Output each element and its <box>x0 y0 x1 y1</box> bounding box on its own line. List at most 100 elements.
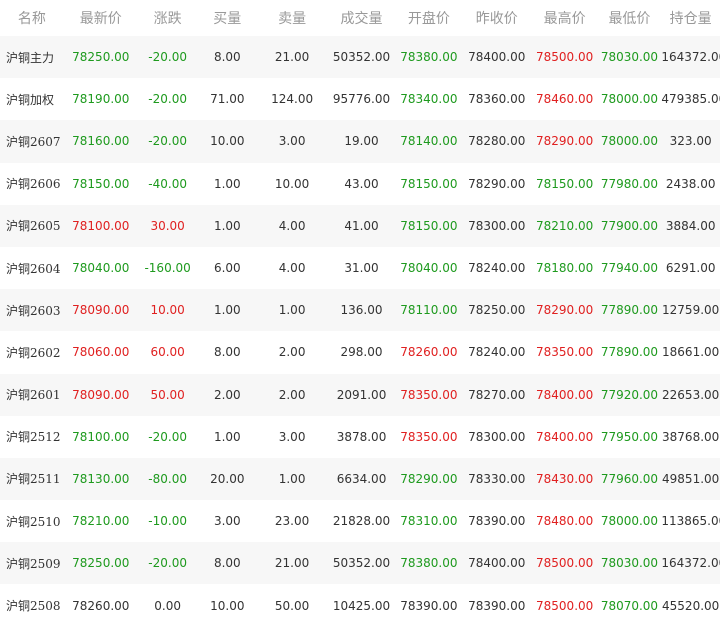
cell-low: 77950.00 <box>597 415 662 458</box>
cell-open: 78350.00 <box>395 415 462 458</box>
cell-prev-close: 78390.00 <box>461 500 532 543</box>
cell-high: 78500.00 <box>531 542 598 585</box>
cell-name: 沪铜2601 <box>0 373 64 416</box>
cell-bid-volume: 3.00 <box>197 500 258 543</box>
col-header-name[interactable]: 名称 <box>0 0 64 36</box>
cell-open: 78380.00 <box>395 542 462 585</box>
cell-open-interest: 2438.00 <box>661 162 720 205</box>
table-row[interactable]: 沪铜2508 78260.00 0.00 10.00 50.00 10425.00 7839… <box>0 584 720 627</box>
cell-ask-volume: 3.00 <box>257 415 328 458</box>
cell-last-price: 78210.00 <box>63 500 138 543</box>
cell-last-price: 78150.00 <box>63 162 138 205</box>
table-row[interactable]: 沪铜2602 78060.00 60.00 8.00 2.00 298.00 78260.0… <box>0 331 720 374</box>
cell-change: -20.00 <box>137 542 198 585</box>
cell-ask-volume: 4.00 <box>257 204 328 247</box>
col-header-last-price[interactable]: 最新价 <box>64 0 138 36</box>
cell-prev-close: 78400.00 <box>461 36 532 79</box>
col-header-change[interactable]: 涨跌 <box>138 0 198 36</box>
cell-last-price: 78040.00 <box>63 246 138 290</box>
cell-high: 78400.00 <box>531 373 598 416</box>
cell-open-interest: 45520.00 <box>661 584 720 627</box>
cell-change: 10.00 <box>137 289 198 332</box>
cell-high: 78150.00 <box>531 162 598 205</box>
cell-low: 77890.00 <box>597 331 662 374</box>
cell-last-price: 78160.00 <box>63 120 138 163</box>
col-header-bid-volume[interactable]: 买量 <box>197 0 257 36</box>
col-header-prev-close[interactable]: 昨收价 <box>462 0 532 36</box>
cell-volume: 95776.00 <box>327 78 396 121</box>
cell-low: 77900.00 <box>597 204 662 247</box>
cell-change: -80.00 <box>137 457 198 501</box>
col-header-ask-volume[interactable]: 卖量 <box>257 0 327 36</box>
cell-change: -20.00 <box>137 415 198 458</box>
col-header-open[interactable]: 开盘价 <box>396 0 462 36</box>
cell-ask-volume: 23.00 <box>257 500 328 543</box>
cell-high: 78180.00 <box>531 246 598 290</box>
col-header-volume[interactable]: 成交量 <box>327 0 396 36</box>
cell-volume: 50352.00 <box>327 36 396 79</box>
table-row[interactable]: 沪铜2603 78090.00 10.00 1.00 1.00 136.00 78110.0… <box>0 289 720 332</box>
cell-ask-volume: 21.00 <box>257 36 328 79</box>
table-row[interactable]: 沪铜2607 78160.00 -20.00 10.00 3.00 19.00 78140.… <box>0 120 720 163</box>
cell-low: 77920.00 <box>597 373 662 416</box>
table-row[interactable]: 沪铜2511 78130.00 -80.00 20.00 1.00 6634.00 7829… <box>0 457 720 501</box>
cell-name: 沪铜2511 <box>0 457 64 501</box>
cell-last-price: 78250.00 <box>63 36 138 79</box>
table-row[interactable]: 沪铜主力 78250.00 -20.00 8.00 21.00 50352.00 78380… <box>0 36 720 79</box>
cell-last-price: 78260.00 <box>63 584 138 627</box>
cell-volume: 2091.00 <box>327 373 396 416</box>
cell-prev-close: 78290.00 <box>461 162 532 205</box>
cell-change: -20.00 <box>137 120 198 163</box>
cell-ask-volume: 1.00 <box>257 289 328 332</box>
cell-low: 78030.00 <box>597 36 662 79</box>
table-row[interactable]: 沪铜2509 78250.00 -20.00 8.00 21.00 50352.00 783… <box>0 542 720 585</box>
cell-volume: 136.00 <box>327 289 396 332</box>
cell-bid-volume: 6.00 <box>197 246 258 290</box>
cell-ask-volume: 1.00 <box>257 457 328 501</box>
table-row[interactable]: 沪铜2512 78100.00 -20.00 1.00 3.00 3878.00 78350… <box>0 415 720 458</box>
cell-open-interest: 164372.00 <box>661 36 720 79</box>
cell-volume: 41.00 <box>327 204 396 247</box>
cell-name: 沪铜2508 <box>0 584 64 627</box>
cell-open: 78110.00 <box>395 289 462 332</box>
table-row[interactable]: 沪铜2604 78040.00 -160.00 6.00 4.00 31.00 78040.… <box>0 246 720 290</box>
table-row[interactable]: 沪铜2605 78100.00 30.00 1.00 4.00 41.00 78150.00… <box>0 204 720 247</box>
cell-open: 78350.00 <box>395 373 462 416</box>
col-header-low[interactable]: 最低价 <box>598 0 662 36</box>
cell-low: 78000.00 <box>597 120 662 163</box>
table-row[interactable]: 沪铜2510 78210.00 -10.00 3.00 23.00 21828.00 783… <box>0 500 720 543</box>
cell-open-interest: 164372.00 <box>661 542 720 585</box>
cell-bid-volume: 8.00 <box>197 36 258 79</box>
cell-name: 沪铜2602 <box>0 331 64 374</box>
col-header-high[interactable]: 最高价 <box>532 0 598 36</box>
cell-name: 沪铜2607 <box>0 120 64 163</box>
cell-bid-volume: 8.00 <box>197 542 258 585</box>
table-row[interactable]: 沪铜加权 78190.00 -20.00 71.00 124.00 95776.00 783… <box>0 78 720 121</box>
cell-last-price: 78090.00 <box>63 289 138 332</box>
cell-open-interest: 22653.00 <box>661 373 720 416</box>
cell-change: -40.00 <box>137 162 198 205</box>
cell-open: 78340.00 <box>395 78 462 121</box>
table-row[interactable]: 沪铜2606 78150.00 -40.00 1.00 10.00 43.00 78150.… <box>0 162 720 205</box>
cell-name: 沪铜2510 <box>0 500 64 543</box>
cell-prev-close: 78360.00 <box>461 78 532 121</box>
cell-bid-volume: 1.00 <box>197 289 258 332</box>
cell-change: 30.00 <box>137 204 198 247</box>
cell-low: 77960.00 <box>597 457 662 501</box>
col-header-open-interest[interactable]: 持仓量 <box>661 0 720 36</box>
futures-quote-table: 名称 最新价 涨跌 买量 卖量 成交量 开盘价 昨收价 最高价 最低价 持仓量 … <box>0 0 720 627</box>
cell-open-interest: 49851.00 <box>661 457 720 501</box>
cell-name: 沪铜加权 <box>0 78 64 121</box>
cell-low: 78000.00 <box>597 500 662 543</box>
cell-last-price: 78130.00 <box>63 457 138 501</box>
cell-change: -10.00 <box>137 500 198 543</box>
cell-ask-volume: 10.00 <box>257 162 328 205</box>
cell-open-interest: 479385.00 <box>661 78 720 121</box>
cell-open-interest: 3884.00 <box>661 204 720 247</box>
cell-ask-volume: 50.00 <box>257 584 328 627</box>
cell-ask-volume: 21.00 <box>257 542 328 585</box>
table-row[interactable]: 沪铜2601 78090.00 50.00 2.00 2.00 2091.00 78350.… <box>0 373 720 416</box>
cell-volume: 6634.00 <box>327 457 396 501</box>
cell-low: 78000.00 <box>597 78 662 121</box>
cell-name: 沪铜2603 <box>0 289 64 332</box>
